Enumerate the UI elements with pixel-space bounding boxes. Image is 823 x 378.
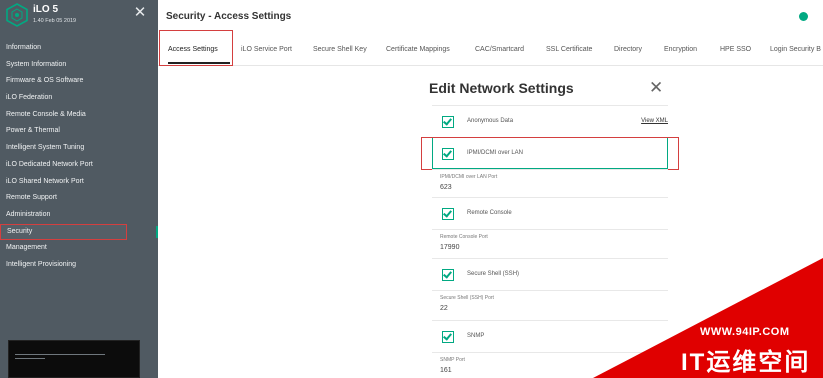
- sidebar-item-system-information[interactable]: System Information: [0, 57, 158, 74]
- sidebar-item-management[interactable]: Management: [0, 240, 158, 257]
- ssh-label: Secure Shell (SSH): [467, 271, 520, 277]
- sidebar-nav: Information System Information Firmware …: [0, 40, 158, 274]
- sidebar-item-power-thermal[interactable]: Power & Thermal: [0, 123, 158, 140]
- ipmi-port-label: IPMI/DCMI over LAN Port: [440, 174, 498, 180]
- sidebar-item-security[interactable]: Security: [0, 223, 127, 241]
- ssh-checkbox[interactable]: [442, 269, 454, 281]
- snmp-port-label: SNMP Port: [440, 357, 465, 363]
- page-title: Security - Access Settings: [166, 11, 292, 22]
- tab-login-security[interactable]: Login Security B: [770, 46, 821, 53]
- checkmark-icon: [443, 331, 452, 341]
- tab-bar: Access Settings iLO Service Port Secure …: [158, 30, 823, 66]
- tab-ilo-service-port[interactable]: iLO Service Port: [241, 46, 292, 53]
- tab-cac-smartcard[interactable]: CAC/Smartcard: [475, 46, 524, 53]
- ipmi-checkbox[interactable]: [442, 148, 454, 160]
- sidebar-item-intelligent-system-tuning[interactable]: Intelligent System Tuning: [0, 140, 158, 157]
- sidebar-item-firmware-os-software[interactable]: Firmware & OS Software: [0, 73, 158, 90]
- app-title: iLO 5: [33, 4, 59, 15]
- brand-header: iLO 5 1.40 Feb 05 2019 ✕: [0, 0, 158, 33]
- remote-console-port-label: Remote Console Port: [440, 234, 488, 240]
- ssh-port-label: Secure Shell (SSH) Port: [440, 295, 494, 301]
- tab-hpe-sso[interactable]: HPE SSO: [720, 46, 751, 53]
- checkmark-icon: [443, 116, 452, 126]
- console-thumbnail-text: [15, 353, 125, 365]
- dialog-title: Edit Network Settings: [429, 80, 574, 96]
- remote-console-thumbnail[interactable]: [8, 340, 140, 378]
- remote-console-port-field[interactable]: Remote Console Port 17990: [432, 229, 668, 257]
- anonymous-data-label: Anonymous Data: [467, 118, 514, 124]
- remote-console-port-value[interactable]: 17990: [440, 244, 459, 251]
- remote-console-checkbox[interactable]: [442, 208, 454, 220]
- active-indicator: [156, 226, 158, 238]
- anonymous-data-row: Anonymous Data View XML: [432, 105, 668, 137]
- page-header: Security - Access Settings: [158, 0, 823, 33]
- watermark-url: WWW.94IP.COM: [700, 326, 790, 338]
- snmp-port-value[interactable]: 161: [440, 367, 452, 374]
- dialog-close-icon[interactable]: ✕: [649, 79, 663, 96]
- ipmi-label: IPMI/DCMI over LAN: [467, 150, 524, 156]
- sidebar-item-ilo-dedicated-network-port[interactable]: iLO Dedicated Network Port: [0, 157, 158, 174]
- ipmi-row-highlight: [421, 137, 679, 170]
- remote-console-label: Remote Console: [467, 210, 512, 216]
- checkmark-icon: [443, 148, 452, 158]
- tab-directory[interactable]: Directory: [614, 46, 642, 53]
- checkmark-icon: [443, 269, 452, 279]
- health-status-icon[interactable]: [799, 12, 808, 21]
- remote-console-row: Remote Console: [432, 197, 668, 229]
- sidebar-item-remote-console-media[interactable]: Remote Console & Media: [0, 107, 158, 124]
- console-text-lines: [15, 354, 105, 359]
- checkmark-icon: [443, 208, 452, 218]
- app-version: 1.40 Feb 05 2019: [33, 18, 77, 24]
- anonymous-data-checkbox[interactable]: [442, 116, 454, 128]
- snmp-checkbox[interactable]: [442, 331, 454, 343]
- sidebar-item-ilo-shared-network-port[interactable]: iLO Shared Network Port: [0, 174, 158, 191]
- close-icon[interactable]: ✕: [133, 5, 147, 20]
- tab-encryption[interactable]: Encryption: [664, 46, 697, 53]
- sidebar-item-remote-support[interactable]: Remote Support: [0, 190, 158, 207]
- tab-certificate-mappings[interactable]: Certificate Mappings: [386, 46, 450, 53]
- sidebar-item-intelligent-provisioning[interactable]: Intelligent Provisioning: [0, 257, 158, 274]
- ipmi-port-value[interactable]: 623: [440, 184, 452, 191]
- ssh-port-value[interactable]: 22: [440, 305, 448, 312]
- tab-access-settings[interactable]: Access Settings: [168, 46, 218, 53]
- sidebar: iLO 5 1.40 Feb 05 2019 ✕ Information Sys…: [0, 0, 158, 378]
- ilo-logo-icon: [6, 3, 28, 27]
- sidebar-item-ilo-federation[interactable]: iLO Federation: [0, 90, 158, 107]
- tab-secure-shell-key[interactable]: Secure Shell Key: [313, 46, 367, 53]
- snmp-label: SNMP: [467, 333, 485, 339]
- view-xml-link[interactable]: View XML: [641, 118, 668, 124]
- ipmi-row: IPMI/DCMI over LAN: [421, 137, 679, 170]
- sidebar-item-information[interactable]: Information: [0, 40, 158, 57]
- tab-ssl-certificate[interactable]: SSL Certificate: [546, 46, 592, 53]
- watermark-text: IT运维空间: [681, 349, 811, 376]
- ipmi-port-field[interactable]: IPMI/DCMI over LAN Port 623: [432, 169, 668, 197]
- active-tab-underline: [168, 62, 230, 64]
- sidebar-item-administration[interactable]: Administration: [0, 207, 158, 224]
